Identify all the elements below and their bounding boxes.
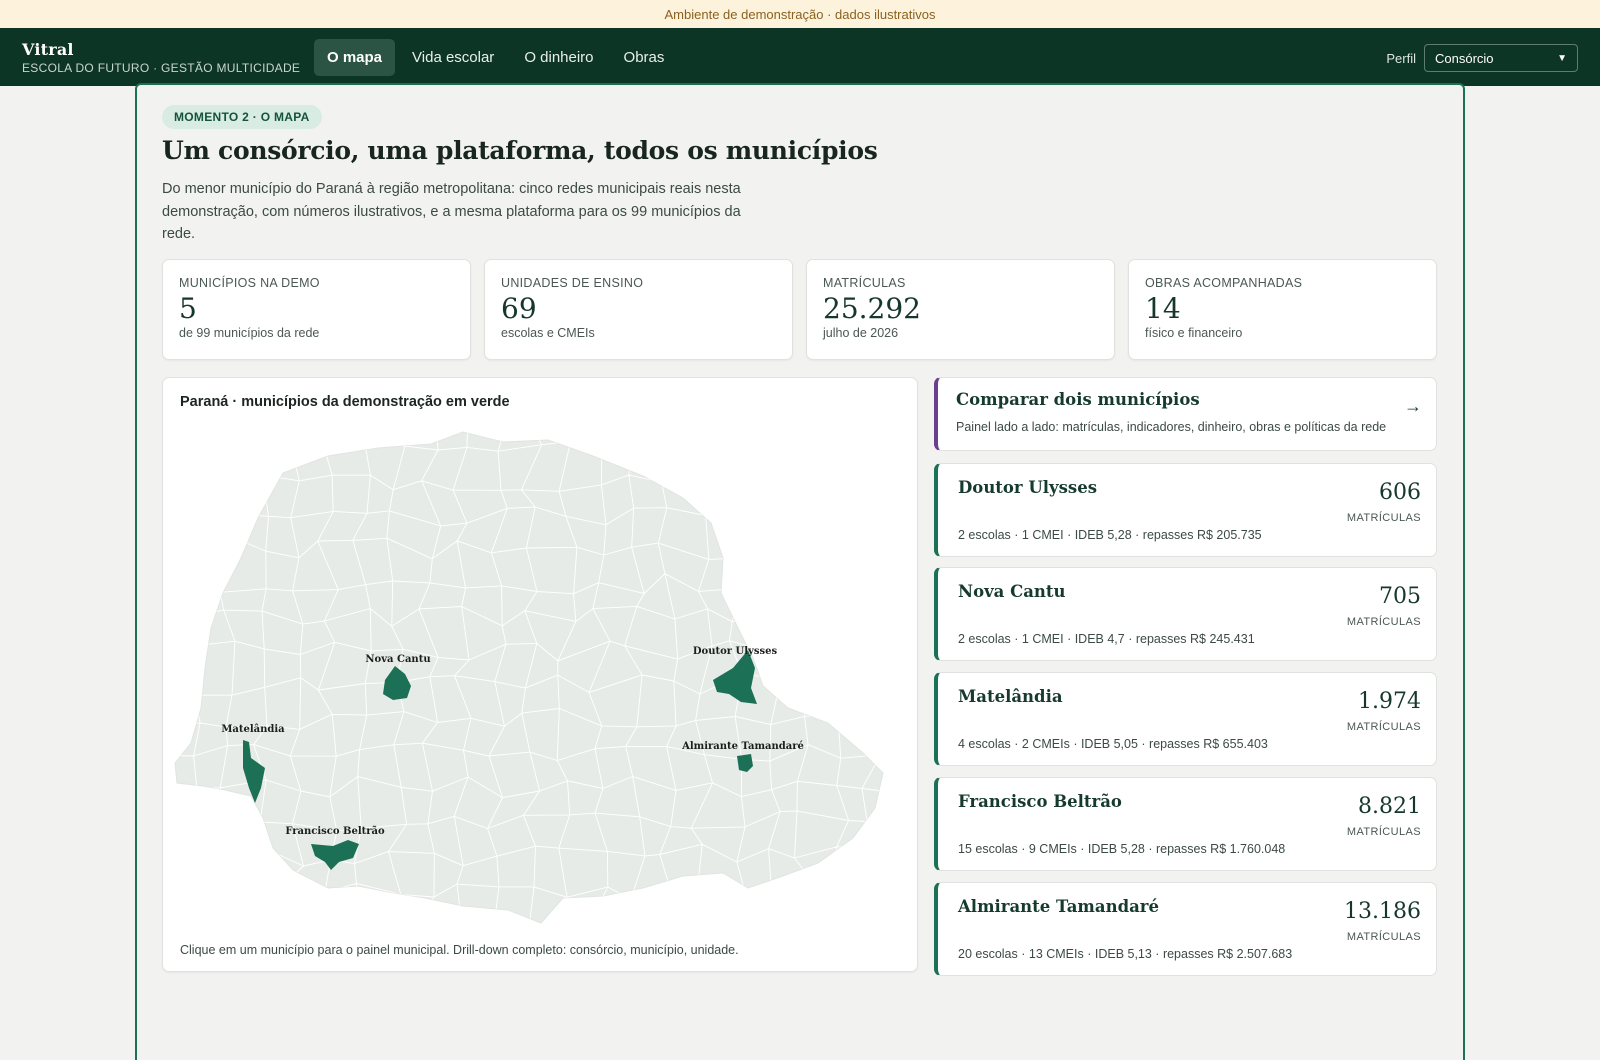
municipio-unit: MATRÍCULAS [1346,721,1421,733]
tab-vida-escolar[interactable]: Vida escolar [399,39,507,76]
page-title: Um consórcio, uma plataforma, todos os m… [162,136,878,165]
municipio-matriculas: 8.821 [1358,794,1421,819]
brand[interactable]: Vitral ESCOLA DO FUTURO · GESTÃO MULTICI… [22,40,300,75]
municipio-detail: 15 escolas · 9 CMEIs · IDEB 5,28 · repas… [958,842,1286,856]
parana-map[interactable]: Nova Cantu Doutor Ulysses Matelândia Alm… [163,418,919,928]
map-label-doutor-ulysses: Doutor Ulysses [693,646,778,657]
municipio-detail: 20 escolas · 13 CMEIs · IDEB 5,13 · repa… [958,947,1293,961]
municipio-card-almirante-tamandare[interactable]: Almirante Tamandaré 13.186 MATRÍCULAS 20… [934,882,1437,976]
municipio-name: Doutor Ulysses [958,478,1097,497]
stat-card-unidades: UNIDADES DE ENSINO 69 escolas e CMEIs [484,259,793,360]
municipio-card-nova-cantu[interactable]: Nova Cantu 705 MATRÍCULAS 2 escolas · 1 … [934,567,1437,661]
stat-label: OBRAS ACOMPANHADAS [1145,276,1303,290]
municipio-detail: 2 escolas · 1 CMEI · IDEB 5,28 · repasse… [958,528,1262,542]
stat-sub: escolas e CMEIs [501,326,595,340]
municipio-matriculas: 606 [1379,480,1421,505]
profile-select[interactable]: Consórcio ▼ [1424,44,1578,72]
municipio-matriculas: 13.186 [1344,899,1421,924]
chevron-down-icon: ▼ [1557,52,1567,64]
map-card: Paraná · municípios da demonstração em v… [162,377,918,972]
demo-banner: Ambiente de demonstração · dados ilustra… [0,0,1600,28]
map-label-matelandia: Matelândia [221,724,285,735]
brand-subtitle: ESCOLA DO FUTURO · GESTÃO MULTICIDADE [22,61,301,75]
stat-sub: físico e financeiro [1145,326,1243,340]
map-title: Paraná · municípios da demonstração em v… [180,394,510,410]
municipio-unit: MATRÍCULAS [1346,931,1421,943]
municipio-name: Almirante Tamandaré [958,897,1159,916]
compare-municipalities-button[interactable]: Comparar dois municípios Painel lado a l… [934,377,1437,451]
stat-card-municipios: MUNICÍPIOS NA DEMO 5 de 99 municípios da… [162,259,471,360]
municipio-matriculas: 1.974 [1358,689,1421,714]
profile-selector: Perfil Consórcio ▼ [1386,44,1578,72]
stat-value: 14 [1145,292,1181,325]
municipio-card-francisco-beltrao[interactable]: Francisco Beltrão 8.821 MATRÍCULAS 15 es… [934,777,1437,871]
municipio-unit: MATRÍCULAS [1346,826,1421,838]
stat-value: 25.292 [823,292,921,325]
stat-label: MUNICÍPIOS NA DEMO [179,276,320,290]
municipio-unit: MATRÍCULAS [1346,512,1421,524]
tab-o-mapa[interactable]: O mapa [314,39,396,76]
stat-label: MATRÍCULAS [823,276,906,290]
stat-card-obras: OBRAS ACOMPANHADAS 14 físico e financeir… [1128,259,1437,360]
municipio-matriculas: 705 [1379,584,1421,609]
municipio-name: Francisco Beltrão [958,792,1122,811]
municipio-detail: 2 escolas · 1 CMEI · IDEB 4,7 · repasses… [958,632,1255,646]
page-lede: Do menor município do Paraná à região me… [162,181,741,242]
municipio-name: Nova Cantu [958,582,1066,601]
stat-sub: de 99 municípios da rede [179,326,320,340]
stat-sub: julho de 2026 [823,326,899,340]
stat-value: 5 [179,292,197,325]
map-label-francisco-beltrao: Francisco Beltrão [285,826,385,837]
municipio-card-matelandia[interactable]: Matelândia 1.974 MATRÍCULAS 4 escolas · … [934,672,1437,766]
stat-card-matriculas: MATRÍCULAS 25.292 julho de 2026 [806,259,1115,360]
top-navigation-bar: Vitral ESCOLA DO FUTURO · GESTÃO MULTICI… [0,28,1600,86]
profile-label: Perfil [1386,50,1416,66]
moment-pill: MOMENTO 2 · O MAPA [162,105,322,129]
municipio-unit: MATRÍCULAS [1346,616,1421,628]
municipio-detail: 4 escolas · 2 CMEIs · IDEB 5,05 · repass… [958,737,1268,751]
municipio-name: Matelândia [958,687,1063,706]
tab-o-dinheiro[interactable]: O dinheiro [511,39,606,76]
map-label-nova-cantu: Nova Cantu [365,654,430,665]
map-footer-hint: Clique em um município para o painel mun… [180,943,739,957]
map-label-almirante-tamandare: Almirante Tamandaré [681,741,804,752]
compare-subtitle: Painel lado a lado: matrículas, indicado… [956,420,1387,434]
municipio-card-doutor-ulysses[interactable]: Doutor Ulysses 606 MATRÍCULAS 2 escolas … [934,463,1437,557]
tab-obras[interactable]: Obras [611,39,678,76]
brand-name: Vitral [22,40,74,59]
stat-value: 69 [501,292,537,325]
arrow-right-icon: → [1404,396,1422,416]
profile-select-value: Consórcio [1435,50,1494,66]
stat-label: UNIDADES DE ENSINO [501,276,644,290]
main-nav: O mapa Vida escolar O dinheiro Obras [314,39,677,76]
compare-title: Comparar dois municípios [956,390,1200,409]
